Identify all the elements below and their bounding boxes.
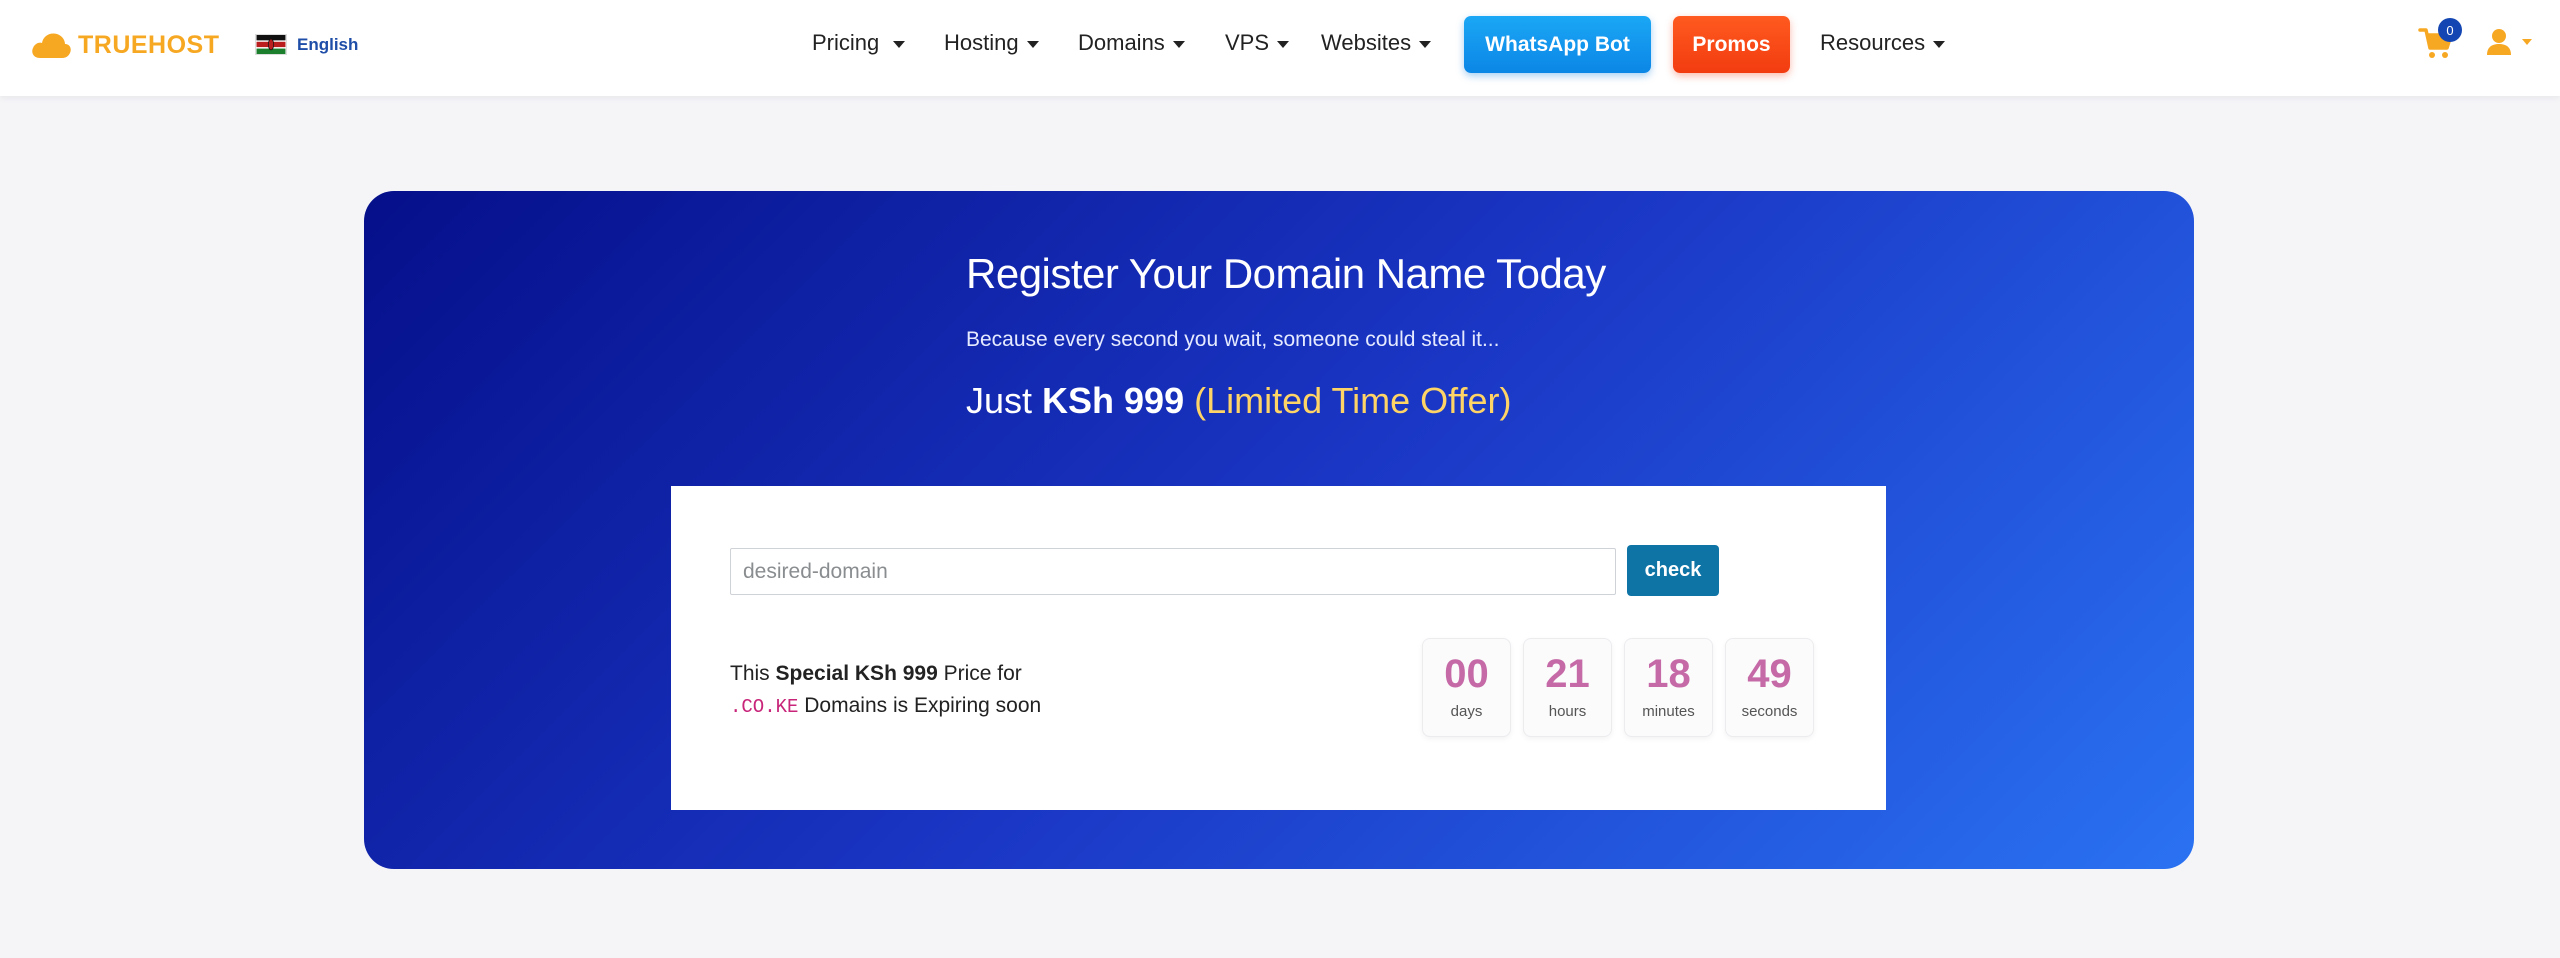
expiry-text-3: Domains is Expiring soon <box>798 694 1042 717</box>
hero-title: Register Your Domain Name Today <box>966 250 1606 297</box>
expiry-tld: .CO.KE <box>730 696 799 718</box>
countdown-seconds: 49 seconds <box>1725 638 1814 737</box>
cloud-icon <box>32 33 71 58</box>
countdown-label: minutes <box>1642 703 1695 720</box>
nav-hosting[interactable]: Hosting <box>944 30 1039 56</box>
expiry-bold: Special KSh 999 <box>775 662 938 685</box>
hero-subtitle: Because every second you wait, someone c… <box>966 328 1500 351</box>
navbar: TRUEHOST English Pricing Hosting Domains… <box>0 0 2560 96</box>
hero-offer: Just KSh 999 (Limited Time Offer) <box>966 380 1512 422</box>
expiry-text-2: Price for <box>937 662 1022 685</box>
chevron-down-icon <box>1026 40 1039 48</box>
chevron-down-icon <box>893 40 906 48</box>
whatsapp-bot-button[interactable]: WhatsApp Bot <box>1464 16 1651 73</box>
check-button[interactable]: check <box>1627 545 1719 596</box>
nav-domains[interactable]: Domains <box>1078 30 1185 56</box>
chevron-down-icon <box>1277 40 1290 48</box>
domain-search-card: check This Special KSh 999 Price for .CO… <box>671 486 1886 810</box>
language-label: English <box>297 34 359 54</box>
domain-search-input[interactable] <box>730 548 1616 595</box>
countdown-value: 00 <box>1444 652 1489 696</box>
cart-count-badge: 0 <box>2438 18 2462 42</box>
nav-pricing-label: Pricing <box>812 30 880 55</box>
nav-hosting-label: Hosting <box>944 30 1019 55</box>
language-selector[interactable]: English <box>255 34 358 55</box>
chevron-down-icon <box>2522 39 2532 45</box>
nav-vps-label: VPS <box>1225 30 1270 55</box>
countdown-value: 49 <box>1747 652 1792 696</box>
nav-pricing[interactable]: Pricing <box>812 30 906 56</box>
nav-vps[interactable]: VPS <box>1225 30 1290 56</box>
chevron-down-icon <box>1933 40 1946 48</box>
offer-limited: (Limited Time Offer) <box>1184 380 1512 421</box>
countdown-minutes: 18 minutes <box>1624 638 1713 737</box>
expiry-text-1: This <box>730 662 776 685</box>
countdown-days: 00 days <box>1422 638 1511 737</box>
cart-button[interactable]: 0 <box>2418 18 2462 62</box>
countdown-label: seconds <box>1741 703 1798 720</box>
countdown-label: hours <box>1548 703 1587 720</box>
nav-domains-label: Domains <box>1078 30 1165 55</box>
user-icon <box>2487 29 2511 55</box>
countdown-label: days <box>1450 703 1483 720</box>
offer-prefix: Just <box>966 380 1043 421</box>
nav-websites-label: Websites <box>1321 30 1412 55</box>
countdown-value: 18 <box>1646 652 1691 696</box>
expiry-notice: This Special KSh 999 Price for .CO.KE Do… <box>730 658 1041 723</box>
user-menu[interactable] <box>2486 28 2532 56</box>
countdown-value: 21 <box>1545 652 1590 696</box>
brand-name: TRUEHOST <box>78 30 220 59</box>
nav-resources-label: Resources <box>1820 30 1926 55</box>
nav-websites[interactable]: Websites <box>1321 30 1432 56</box>
nav-resources[interactable]: Resources <box>1820 30 1946 56</box>
logo[interactable]: TRUEHOST <box>30 28 220 62</box>
countdown-hours: 21 hours <box>1523 638 1612 737</box>
chevron-down-icon <box>1172 40 1185 48</box>
promos-button[interactable]: Promos <box>1673 16 1790 73</box>
kenya-flag-icon <box>255 34 287 55</box>
chevron-down-icon <box>1419 40 1432 48</box>
offer-price: KSh 999 <box>1042 380 1185 421</box>
